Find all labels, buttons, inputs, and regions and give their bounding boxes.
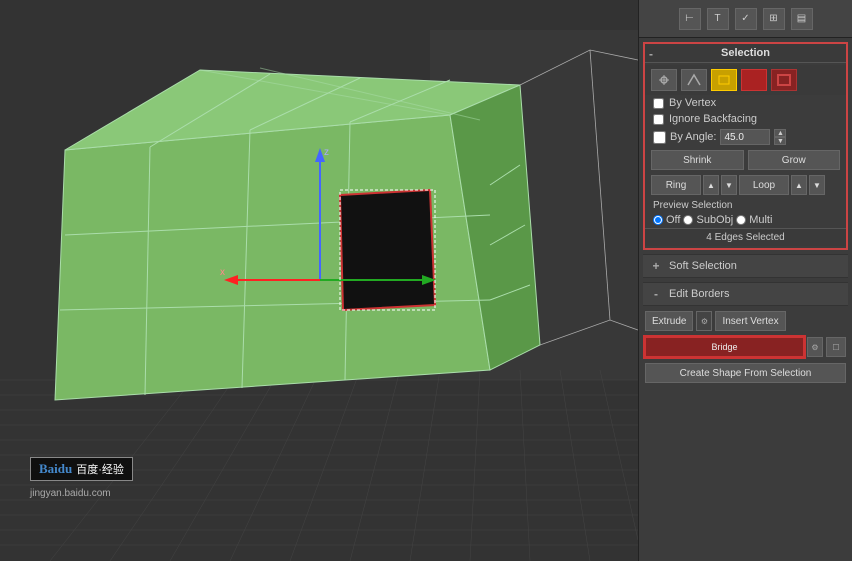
section-collapse-icon[interactable]: - (649, 47, 653, 61)
soft-selection-section[interactable]: + Soft Selection (643, 254, 848, 278)
toolbar-icon-1[interactable]: ⊢ (679, 8, 701, 30)
preview-off-label: Off (666, 214, 680, 226)
ignore-backfacing-checkbox[interactable] (653, 114, 664, 125)
by-vertex-label: By Vertex (669, 97, 716, 109)
angle-spin-down[interactable]: ▼ (774, 137, 786, 145)
by-angle-input[interactable]: 45.0 (720, 129, 770, 145)
viewport: z x Baidu 百度·经验 jingyan.baidu.com (0, 0, 638, 561)
toolbar-icon-5[interactable]: ▤ (791, 8, 813, 30)
by-angle-checkbox[interactable] (653, 131, 666, 144)
ring-button[interactable]: Ring (651, 175, 701, 195)
by-vertex-row: By Vertex (645, 95, 846, 111)
shrink-grow-row: Shrink Grow (645, 147, 846, 173)
watermark-text: 百度·经验 (76, 461, 124, 477)
check-button[interactable]: ☐ (826, 337, 846, 357)
selection-content: By Vertex Ignore Backfacing By Angle: 45… (645, 63, 846, 248)
preview-multi-label: Multi (749, 214, 772, 226)
edit-borders-collapse-icon[interactable]: - (649, 287, 663, 301)
preview-selection-label: Preview Selection (645, 197, 846, 212)
right-panel: ⊢ T ✓ ⊞ ▤ - Selection (638, 0, 852, 561)
loop-arrow-down[interactable]: ▼ (809, 175, 825, 195)
vertex-select-icon[interactable] (651, 69, 677, 91)
soft-selection-label: Soft Selection (669, 260, 737, 272)
selection-status: 4 Edges Selected (645, 228, 846, 246)
edit-borders-row2: Bridge ⚙ ☐ (639, 334, 852, 360)
toolbar-icon-4[interactable]: ⊞ (763, 8, 785, 30)
edit-borders-label: Edit Borders (669, 288, 730, 300)
element-select-icon[interactable] (741, 69, 767, 91)
soft-selection-collapse-icon[interactable]: + (649, 259, 663, 273)
preview-off-radio[interactable] (653, 215, 663, 225)
bridge-options-button[interactable]: ⚙ (807, 337, 823, 357)
create-shape-label: Bridge (711, 342, 737, 352)
insert-vertex-button[interactable]: Insert Vertex (715, 311, 785, 331)
watermark: Baidu 百度·经验 (30, 457, 133, 481)
grow-button[interactable]: Grow (748, 150, 841, 170)
svg-text:z: z (324, 147, 329, 158)
watermark-logo: Baidu (39, 461, 72, 477)
selection-header: - Selection (645, 44, 846, 63)
by-vertex-checkbox[interactable] (653, 98, 664, 109)
angle-spinner[interactable]: ▲ ▼ (774, 129, 786, 145)
ignore-backfacing-row: Ignore Backfacing (645, 111, 846, 127)
ring-arrow-down[interactable]: ▼ (721, 175, 737, 195)
selection-title: Selection (721, 47, 770, 59)
preview-selection-radio-row: Off SubObj Multi (645, 212, 846, 228)
shrink-button[interactable]: Shrink (651, 150, 744, 170)
edit-borders-section[interactable]: - Edit Borders (643, 282, 848, 306)
face-select-icon[interactable] (711, 69, 737, 91)
edge-select-icon[interactable] (681, 69, 707, 91)
border-select-icon[interactable] (771, 69, 797, 91)
svg-text:x: x (220, 267, 225, 278)
loop-button[interactable]: Loop (739, 175, 789, 195)
loop-arrow-up[interactable]: ▲ (791, 175, 807, 195)
angle-spin-up[interactable]: ▲ (774, 129, 786, 137)
create-shape-button[interactable]: Bridge (645, 337, 804, 357)
preview-subobj-radio[interactable] (683, 215, 693, 225)
ignore-backfacing-label: Ignore Backfacing (669, 113, 757, 125)
edit-borders-buttons: Extrude ⚙ Insert Vertex (639, 308, 852, 334)
ring-loop-row: Ring ▲ ▼ Loop ▲ ▼ (645, 173, 846, 197)
preview-subobj-label: SubObj (696, 214, 733, 226)
selection-icon-row (645, 65, 846, 95)
by-angle-row: By Angle: 45.0 ▲ ▼ (645, 127, 846, 147)
by-angle-label: By Angle: (670, 131, 716, 143)
preview-multi-radio[interactable] (736, 215, 746, 225)
toolbar-icon-3[interactable]: ✓ (735, 8, 757, 30)
panel-toolbar: ⊢ T ✓ ⊞ ▤ (639, 0, 852, 38)
extrude-button[interactable]: Extrude (645, 311, 693, 331)
extrude-options-button[interactable]: ⚙ (696, 311, 712, 331)
toolbar-icon-2[interactable]: T (707, 8, 729, 30)
ring-arrow-up[interactable]: ▲ (703, 175, 719, 195)
selection-section: - Selection (643, 42, 848, 250)
create-shape-row: Create Shape From Selection (639, 360, 852, 386)
watermark-url: jingyan.baidu.com (30, 488, 111, 499)
create-shape-from-sel-button[interactable]: Create Shape From Selection (645, 363, 846, 383)
